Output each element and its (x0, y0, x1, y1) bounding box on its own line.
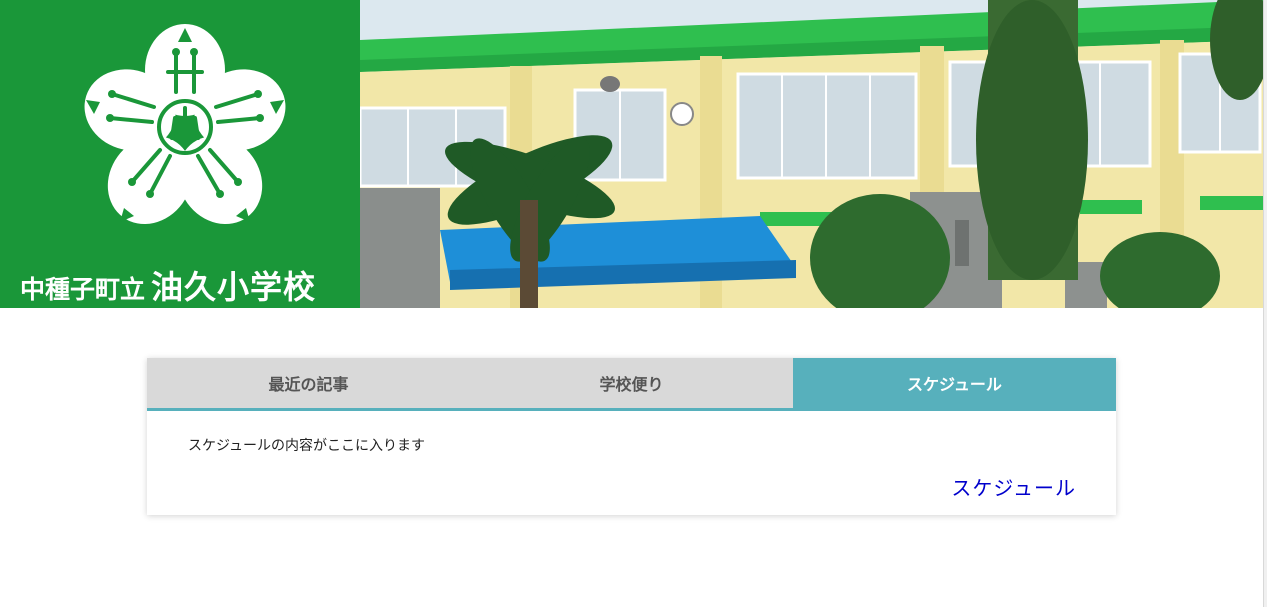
school-building-photo (360, 0, 1263, 308)
sakura-emblem-icon (84, 24, 286, 225)
school-name: 中種子町立 油久小学校 (20, 262, 360, 308)
tab-recent-articles[interactable]: 最近の記事 (147, 358, 470, 408)
scrollbar[interactable] (1263, 0, 1267, 607)
tab-panel: 最近の記事 学校便り スケジュール スケジュールの内容がここに入ります スケジュ… (147, 358, 1116, 515)
tab-school-news[interactable]: 学校便り (470, 358, 793, 408)
schedule-content-text: スケジュールの内容がここに入ります (188, 438, 426, 454)
site-header: 中種子町立 油久小学校 (0, 0, 1267, 308)
tab-schedule[interactable]: スケジュール (793, 358, 1116, 408)
school-logo[interactable]: 中種子町立 油久小学校 (0, 0, 360, 308)
logo-school-label: 油久小学校 (151, 268, 317, 306)
logo-town-label: 中種子町立 (20, 275, 146, 304)
tab-bar: 最近の記事 学校便り スケジュール (147, 358, 1116, 411)
schedule-link[interactable]: スケジュール (951, 472, 1076, 501)
tab-content: スケジュールの内容がここに入ります スケジュール (147, 411, 1116, 515)
